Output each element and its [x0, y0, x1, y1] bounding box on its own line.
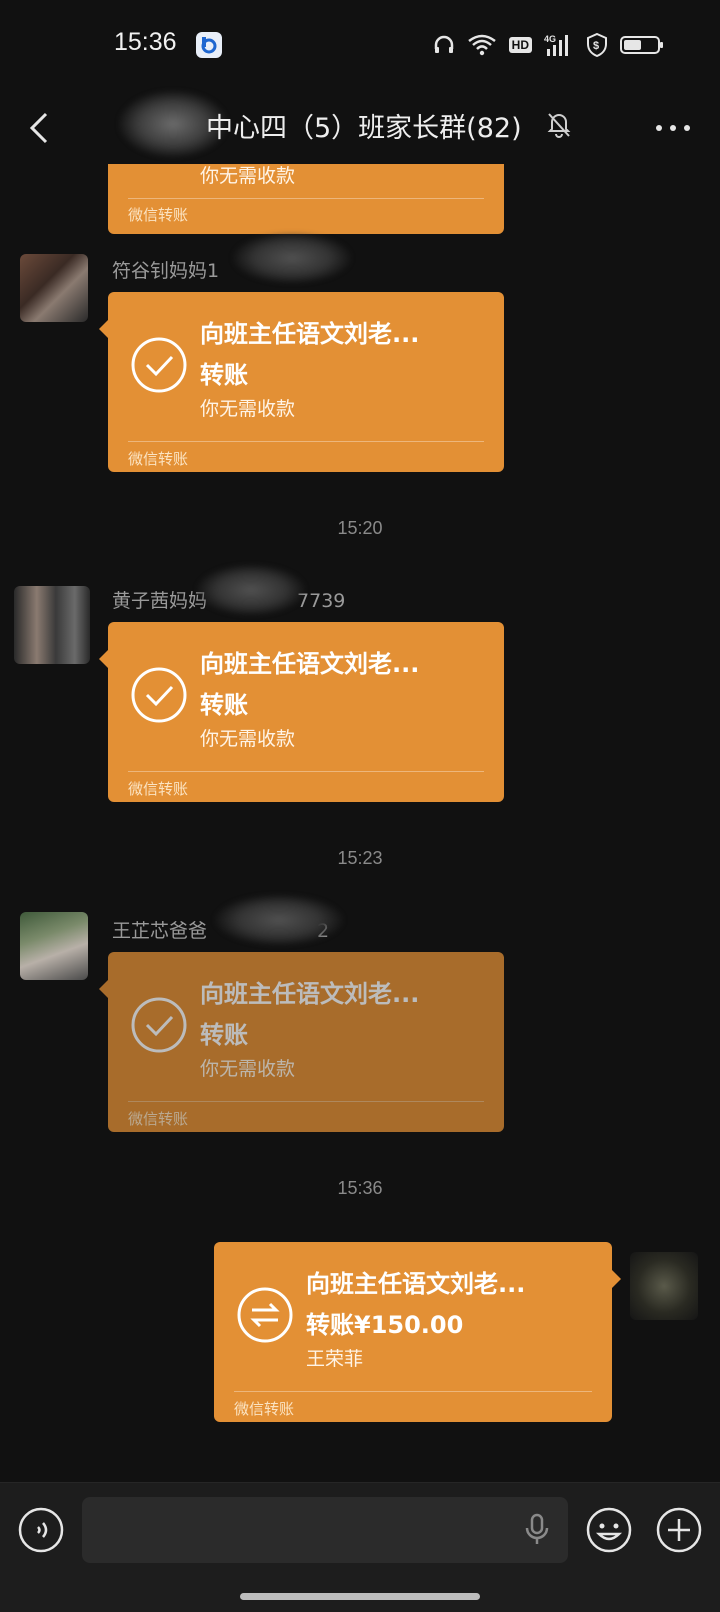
transfer-status: 你无需收款 [200, 728, 296, 750]
chat-messages[interactable]: 你无需收款 微信转账 符谷钊妈妈1 向班主任语文刘老... 转账 你无需收款 微… [0, 164, 720, 1482]
transfer-label: 转账 [200, 1021, 248, 1049]
shield-icon: $ [587, 33, 607, 57]
transfer-status: 你无需收款 [200, 1058, 296, 1080]
bubble-divider [234, 1391, 592, 1392]
app-notification-icon [196, 32, 222, 58]
transfer-footer: 微信转账 [128, 1110, 189, 1128]
more-options-button[interactable] [656, 116, 690, 140]
transfer-footer: 微信转账 [234, 1400, 295, 1418]
transfer-message[interactable]: 你无需收款 微信转账 [108, 164, 504, 234]
voice-icon [18, 1507, 64, 1553]
voice-button[interactable] [18, 1507, 64, 1553]
chat-header: 中心四（5）班家长群(82) [0, 90, 720, 164]
back-button[interactable] [24, 108, 58, 148]
plus-icon [656, 1507, 702, 1553]
redacted-blur [196, 564, 306, 616]
avatar[interactable] [14, 586, 90, 664]
transfer-message[interactable]: 向班主任语文刘老... 转账 你无需收款 微信转账 [99, 622, 504, 802]
check-circle-icon [131, 337, 187, 393]
transfer-label: 转账 [200, 361, 248, 389]
transfer-message[interactable]: 向班主任语文刘老... 转账 你无需收款 微信转账 [99, 952, 504, 1132]
sender-name: 符谷钊妈妈1 [112, 260, 220, 282]
svg-text:4G: 4G [544, 34, 556, 44]
transfer-footer: 微信转账 [128, 450, 189, 468]
redacted-blur [232, 232, 352, 284]
transfer-label: 转账 [200, 691, 248, 719]
bubble-divider [128, 441, 484, 442]
transfer-title: 向班主任语文刘老... [200, 980, 420, 1008]
svg-text:$: $ [593, 40, 599, 52]
transfer-title: 向班主任语文刘老... [200, 320, 420, 348]
headphones-icon [434, 35, 453, 53]
page-title[interactable]: 中心四（5）班家长群(82) [206, 106, 522, 145]
timestamp: 15:23 [337, 848, 383, 868]
check-circle-icon [131, 997, 187, 1053]
redacted-blur [214, 894, 344, 946]
more-dots-icon [656, 125, 662, 131]
plus-button[interactable] [656, 1507, 702, 1553]
transfer-title: 向班主任语文刘老... [306, 1270, 526, 1298]
transfer-footer: 微信转账 [128, 780, 189, 798]
transfer-footer: 微信转账 [128, 206, 189, 224]
avatar[interactable] [20, 254, 88, 322]
status-time: 15:36 [114, 28, 177, 56]
mic-icon[interactable] [524, 1513, 550, 1551]
transfer-recipient: 王荣菲 [306, 1348, 364, 1370]
check-circle-icon [131, 667, 187, 723]
transfer-title: 向班主任语文刘老... [200, 650, 420, 678]
transfer-status: 你无需收款 [200, 165, 296, 187]
bubble-divider [128, 1101, 484, 1102]
bubble-divider [128, 771, 484, 772]
timestamp: 15:20 [337, 518, 383, 538]
avatar[interactable] [20, 912, 88, 980]
emoji-button[interactable] [586, 1507, 632, 1553]
transfer-message[interactable]: 向班主任语文刘老... 转账 你无需收款 微信转账 [99, 292, 504, 472]
bell-off-icon [546, 110, 572, 142]
timestamp: 15:36 [337, 1178, 383, 1198]
avatar[interactable] [630, 1252, 698, 1320]
signal-4g-icon: 4G [544, 34, 568, 56]
message-input[interactable] [82, 1497, 568, 1563]
battery-icon [620, 36, 663, 54]
chevron-left-icon [29, 112, 48, 144]
transfer-amount: 转账¥150.00 [306, 1311, 464, 1339]
transfer-message-sent[interactable]: 向班主任语文刘老... 转账¥150.00 王荣菲 微信转账 [214, 1242, 621, 1422]
status-icons: HD 4G $ [433, 30, 664, 60]
transfer-arrows-icon [237, 1287, 293, 1343]
transfer-status: 你无需收款 [200, 398, 296, 420]
input-bar [0, 1482, 720, 1612]
hd-badge: HD [508, 37, 532, 53]
wifi-icon [467, 34, 496, 56]
home-indicator[interactable] [240, 1593, 480, 1600]
bubble-divider [128, 198, 484, 199]
status-bar: 15:36 HD 4G $ [0, 0, 720, 90]
emoji-icon [586, 1507, 632, 1553]
